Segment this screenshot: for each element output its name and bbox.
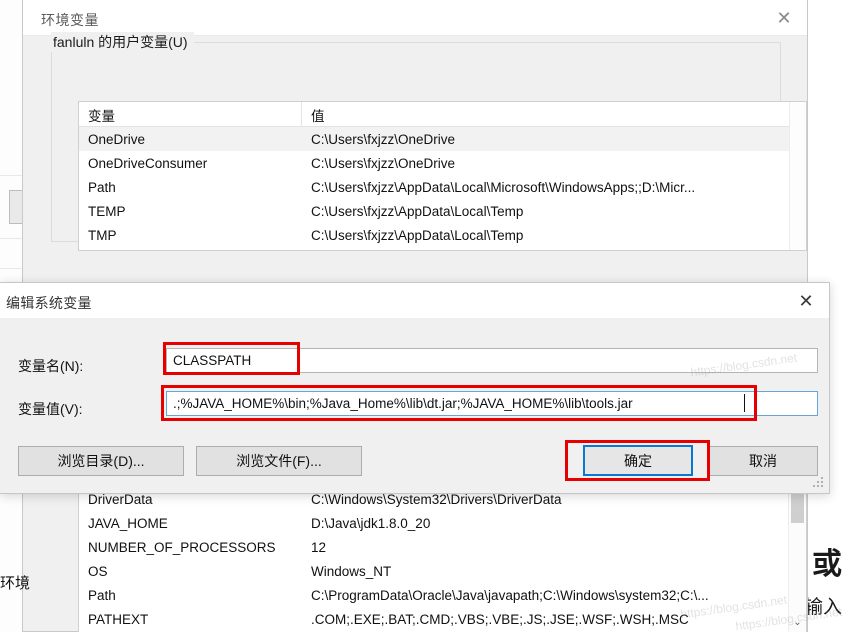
table-row[interactable]: OneDrive C:\Users\fxjzz\OneDrive xyxy=(79,127,806,151)
user-variables-group-label: fanluln 的用户变量(U) xyxy=(51,32,194,52)
variable-value-cell: .COM;.EXE;.BAT;.CMD;.VBS;.VBE;.JS;.JSE;.… xyxy=(311,611,689,627)
env-window-title: 环境变量 xyxy=(41,12,99,28)
variable-value-input[interactable] xyxy=(166,391,818,416)
column-header-value[interactable]: 值 xyxy=(302,102,806,126)
variable-value-cell: C:\Users\fxjzz\AppData\Local\Microsoft\W… xyxy=(311,179,696,195)
variable-value-cell: C:\ProgramData\Oracle\Java\javapath;C:\W… xyxy=(311,587,709,603)
variable-name-cell: OneDrive xyxy=(88,131,146,147)
variable-name-input[interactable] xyxy=(166,348,818,373)
background-text-fragment-large: 或 xyxy=(812,548,842,581)
background-text-fragment-small: 输入 xyxy=(803,597,842,618)
variable-name-cell: OS xyxy=(88,563,108,579)
close-icon[interactable]: ✕ xyxy=(783,283,829,319)
system-variables-listview[interactable]: DriverData C:\Windows\System32\Drivers\D… xyxy=(78,486,807,632)
user-list-scrollbar[interactable] xyxy=(789,102,806,250)
ok-button[interactable]: 确定 xyxy=(583,445,693,476)
table-row[interactable]: JAVA_HOME D:\Java\jdk1.8.0_20 xyxy=(79,511,806,535)
variable-value-cell: D:\Java\jdk1.8.0_20 xyxy=(311,515,431,531)
close-icon[interactable]: ✕ xyxy=(761,0,807,36)
table-row[interactable]: Path C:\ProgramData\Oracle\Java\javapath… xyxy=(79,583,806,607)
scrollbar-thumb[interactable] xyxy=(791,489,804,523)
variable-name-cell: Path xyxy=(88,179,116,195)
variable-value-cell: Windows_NT xyxy=(311,563,392,579)
variable-value-cell: 12 xyxy=(311,539,327,555)
user-variables-listview[interactable]: 变量 值 OneDrive C:\Users\fxjzz\OneDrive On… xyxy=(78,101,807,251)
edit-dialog-titlebar: 编辑系统变量 ✕ xyxy=(0,283,829,319)
edit-dialog-title: 编辑系统变量 xyxy=(6,295,92,311)
variable-name-cell: TEMP xyxy=(88,203,126,219)
variable-name-label: 变量名(N): xyxy=(18,358,84,374)
table-row[interactable]: TMP C:\Users\fxjzz\AppData\Local\Temp xyxy=(79,223,806,247)
column-header-name[interactable]: 变量 xyxy=(79,102,302,126)
system-list-scrollbar[interactable]: ⌄ xyxy=(788,487,806,632)
env-window-titlebar: 环境变量 ✕ xyxy=(23,0,807,36)
table-row[interactable]: TEMP C:\Users\fxjzz\AppData\Local\Temp xyxy=(79,199,806,223)
background-divider xyxy=(0,268,22,269)
table-row[interactable]: NUMBER_OF_PROCESSORS 12 xyxy=(79,535,806,559)
variable-value-cell: C:\Users\fxjzz\AppData\Local\Temp xyxy=(311,203,524,219)
variable-name-cell: Path xyxy=(88,587,116,603)
browse-directory-button[interactable]: 浏览目录(D)... xyxy=(18,446,184,476)
background-text-fragment-left: 环境 xyxy=(0,575,31,592)
text-caret xyxy=(744,394,745,412)
variable-value-cell: C:\Users\fxjzz\OneDrive xyxy=(311,155,456,171)
variable-value-label: 变量值(V): xyxy=(18,401,83,417)
variable-name-cell: TMP xyxy=(88,227,117,243)
chevron-down-icon[interactable]: ⌄ xyxy=(789,612,806,632)
resize-grip-icon[interactable] xyxy=(813,477,825,489)
table-row[interactable]: OS Windows_NT xyxy=(79,559,806,583)
background-divider xyxy=(0,175,22,176)
cancel-button[interactable]: 取消 xyxy=(708,446,818,476)
table-row[interactable]: PATHEXT .COM;.EXE;.BAT;.CMD;.VBS;.VBE;.J… xyxy=(79,607,806,631)
variable-name-cell: JAVA_HOME xyxy=(88,515,168,531)
table-row[interactable]: Path C:\Users\fxjzz\AppData\Local\Micros… xyxy=(79,175,806,199)
browse-file-button[interactable]: 浏览文件(F)... xyxy=(196,446,362,476)
background-divider xyxy=(0,238,22,239)
table-row[interactable]: OneDriveConsumer C:\Users\fxjzz\OneDrive xyxy=(79,151,806,175)
variable-name-cell: NUMBER_OF_PROCESSORS xyxy=(88,539,276,555)
variable-name-cell: PATHEXT xyxy=(88,611,149,627)
variable-name-cell: OneDriveConsumer xyxy=(88,155,208,171)
user-variables-header-row: 变量 值 xyxy=(79,102,806,127)
variable-value-cell: C:\Users\fxjzz\OneDrive xyxy=(311,131,456,147)
variable-value-cell: C:\Users\fxjzz\AppData\Local\Temp xyxy=(311,227,524,243)
